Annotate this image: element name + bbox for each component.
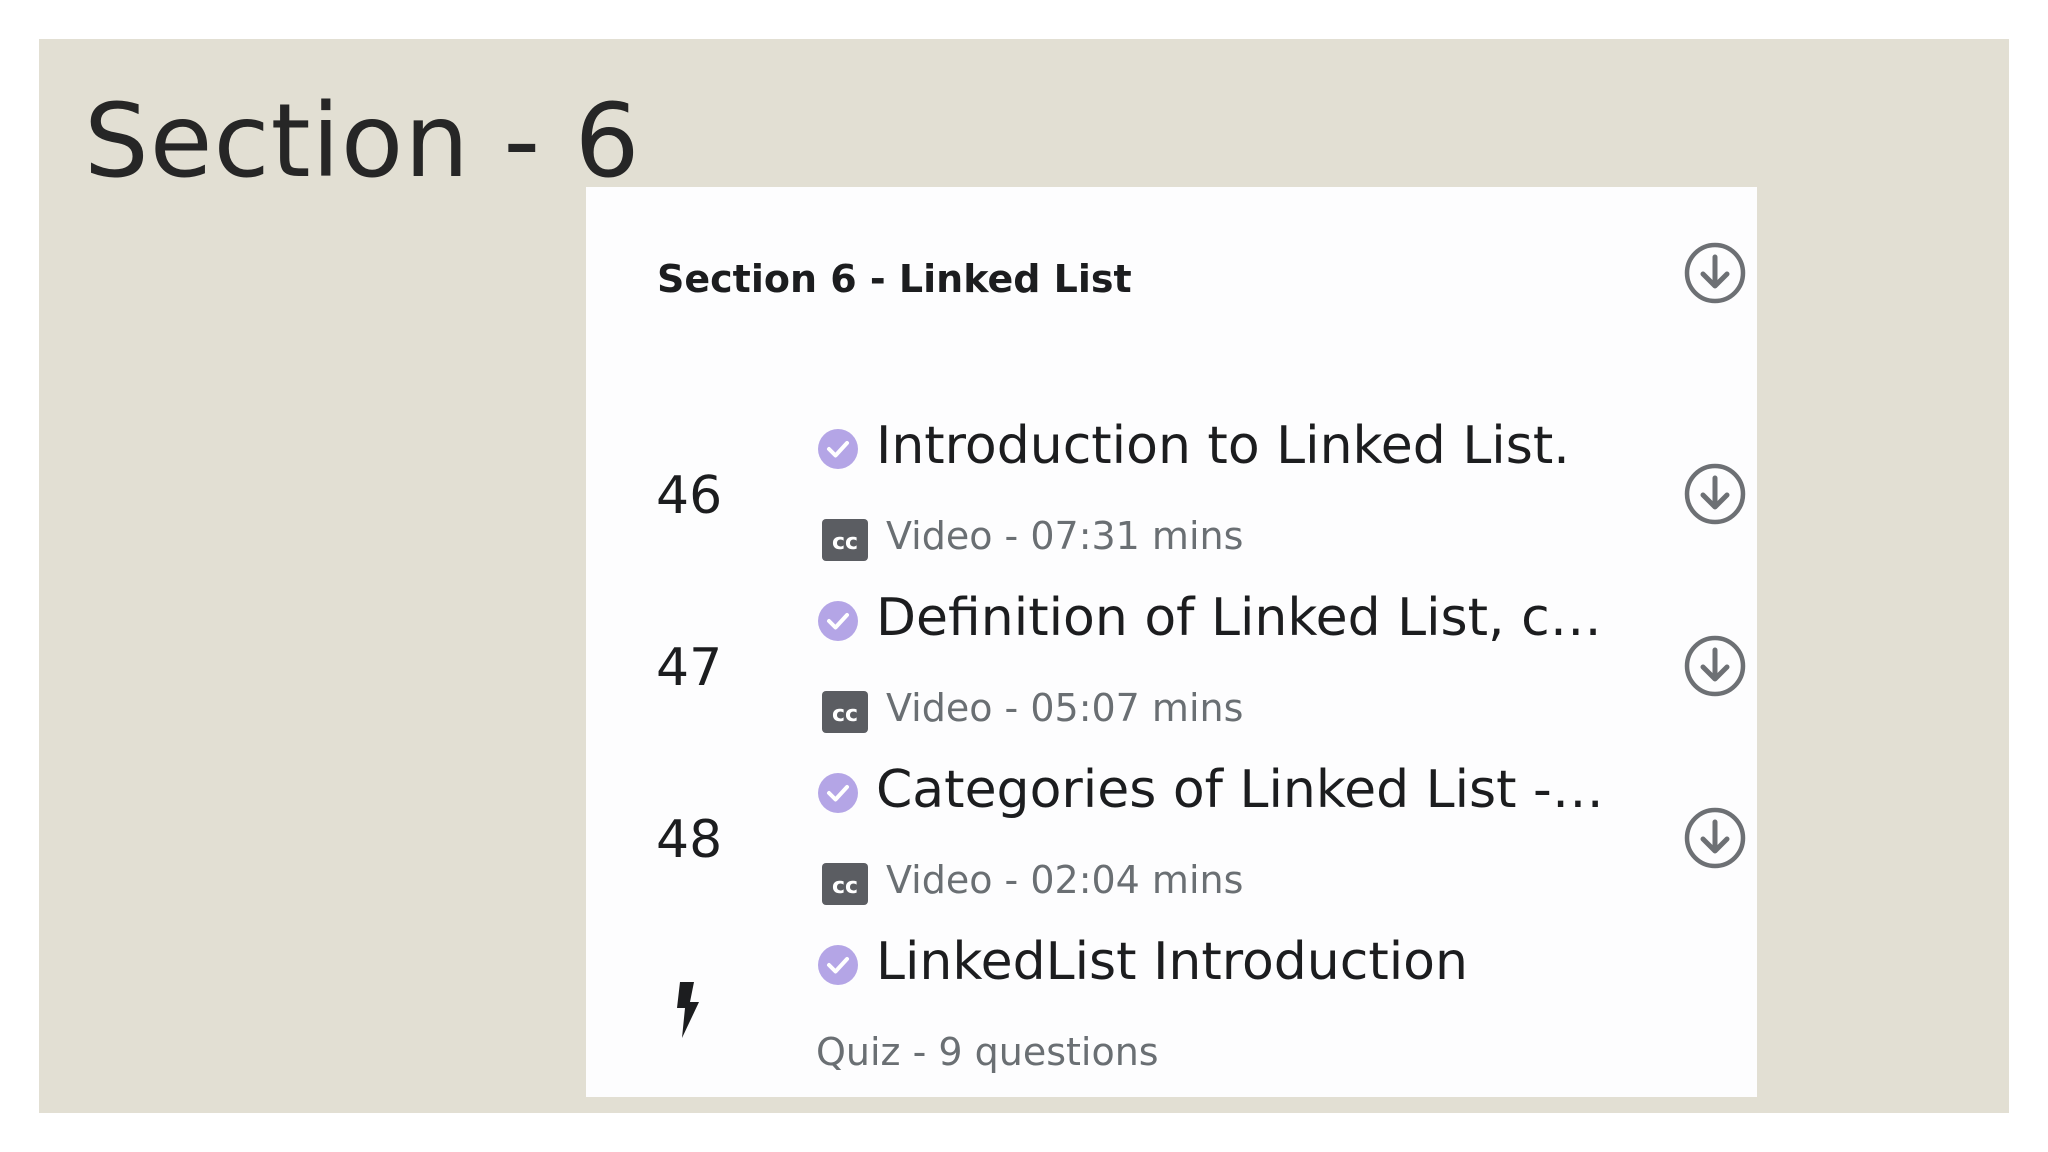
completed-check-icon — [817, 428, 859, 470]
slide-title: Section - 6 — [84, 82, 641, 201]
lecture-meta: Video - 05:07 mins — [886, 686, 1244, 730]
download-icon[interactable] — [1683, 462, 1747, 526]
lecture-meta: Video - 07:31 mins — [886, 514, 1244, 558]
svg-text:cc: cc — [832, 530, 858, 555]
lecture-number: 46 — [656, 466, 723, 526]
section-title: Section 6 - Linked List — [657, 257, 1132, 301]
lecture-title: Introduction to Linked List. — [876, 416, 1570, 476]
lecture-item[interactable]: 46 Introduction to Linked List. cc Video… — [586, 416, 1757, 596]
lecture-number: 48 — [656, 810, 723, 870]
course-section-card: Section 6 - Linked List 46 Introduction … — [586, 187, 1757, 1097]
quiz-meta: Quiz - 9 questions — [816, 1030, 1159, 1074]
lecture-item[interactable]: 48 Categories of Linked List - S… cc Vid… — [586, 760, 1757, 940]
completed-check-icon — [817, 772, 859, 814]
slide: Section - 6 Section 6 - Linked List 46 I… — [39, 39, 2009, 1113]
svg-text:cc: cc — [832, 874, 858, 899]
svg-text:cc: cc — [832, 702, 858, 727]
closed-captions-icon: cc — [822, 691, 868, 733]
download-icon[interactable] — [1683, 806, 1747, 870]
closed-captions-icon: cc — [822, 519, 868, 561]
section-header[interactable]: Section 6 - Linked List — [586, 237, 1757, 317]
lecture-title: Categories of Linked List - S… — [876, 760, 1616, 820]
lecture-item[interactable]: 47 Definition of Linked List, co… cc Vid… — [586, 588, 1757, 768]
quiz-item[interactable]: LinkedList Introduction Quiz - 9 questio… — [586, 932, 1757, 1112]
lecture-meta: Video - 02:04 mins — [886, 858, 1244, 902]
completed-check-icon — [817, 600, 859, 642]
completed-check-icon — [817, 944, 859, 986]
lecture-number: 47 — [656, 638, 723, 698]
section-download-icon[interactable] — [1683, 241, 1747, 305]
closed-captions-icon: cc — [822, 863, 868, 905]
download-icon[interactable] — [1683, 634, 1747, 698]
lecture-title: Definition of Linked List, co… — [876, 588, 1616, 648]
lightning-bolt-icon — [666, 980, 706, 1040]
quiz-title: LinkedList Introduction — [876, 932, 1468, 992]
